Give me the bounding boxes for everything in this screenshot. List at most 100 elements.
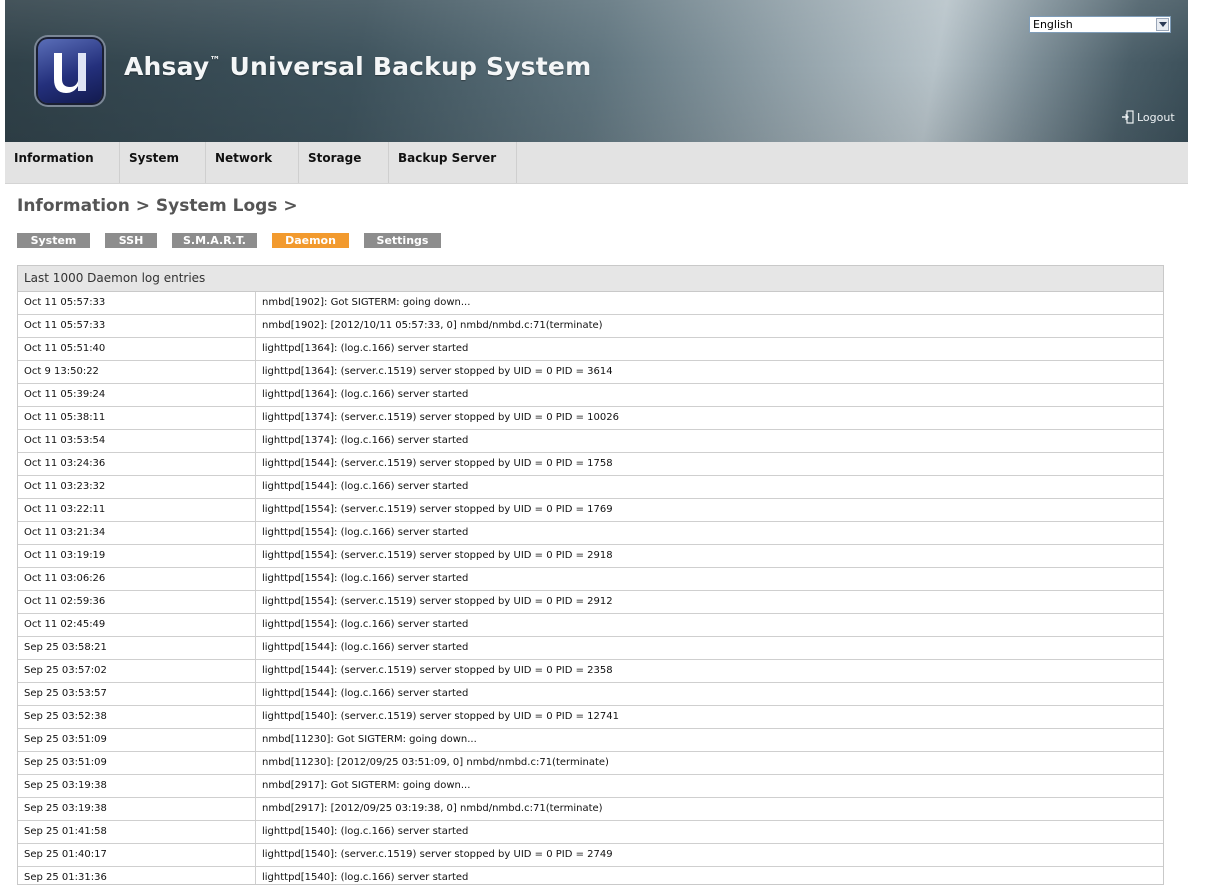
log-row: Oct 11 02:45:49 lighttpd[1554]: (log.c.16… [18,614,1163,637]
subtab-system[interactable]: System [17,233,90,248]
log-message-cell: lighttpd[1540]: (server.c.1519) server s… [262,711,619,722]
log-message-cell: lighttpd[1374]: (server.c.1519) server s… [262,412,619,423]
log-row: Sep 25 03:52:38 lighttpd[1540]: (server.c… [18,706,1163,729]
log-message-cell: lighttpd[1544]: (log.c.166) server start… [262,481,469,492]
log-time-cell: Sep 25 03:51:09 [18,752,256,774]
log-time-cell: Sep 25 03:58:21 [18,637,256,659]
log-message-cell: lighttpd[1540]: (log.c.166) server start… [262,826,469,837]
log-row: Oct 11 05:38:11 lighttpd[1374]: (server.c… [18,407,1163,430]
log-message-cell: nmbd[1902]: [2012/10/11 05:57:33, 0] nmb… [262,320,603,331]
language-select[interactable]: English [1029,16,1171,33]
log-message-cell: lighttpd[1544]: (server.c.1519) server s… [262,665,613,676]
log-row: Sep 25 03:19:38 nmbd[2917]: Got SIGTERM: … [18,775,1163,798]
log-time-cell: Sep 25 03:19:38 [18,798,256,820]
log-message-cell: nmbd[2917]: [2012/09/25 03:19:38, 0] nmb… [262,803,603,814]
log-message-cell: lighttpd[1364]: (log.c.166) server start… [262,343,469,354]
logout-label: Logout [1137,111,1175,124]
log-time-cell: Oct 11 03:19:19 [18,545,256,567]
log-message-cell: lighttpd[1554]: (log.c.166) server start… [262,527,469,538]
language-select-value: English [1033,18,1073,31]
nav-item-network[interactable]: Network [206,142,299,183]
subtab-settings[interactable]: Settings [364,233,441,248]
log-time-cell: Sep 25 01:40:17 [18,844,256,866]
logout-link[interactable]: Logout [1121,110,1175,124]
log-time-cell: Sep 25 03:57:02 [18,660,256,682]
log-time-cell: Oct 11 03:24:36 [18,453,256,475]
app-title-brand: Ahsay [124,52,210,81]
log-time-cell: Oct 11 05:39:24 [18,384,256,406]
log-row: Oct 11 03:06:26 lighttpd[1554]: (log.c.16… [18,568,1163,591]
breadcrumb: Information > System Logs > [17,196,298,216]
log-time-cell: Sep 25 03:52:38 [18,706,256,728]
log-row: Sep 25 03:19:38 nmbd[2917]: [2012/09/25 0… [18,798,1163,821]
log-time-cell: Oct 9 13:50:22 [18,361,256,383]
log-message-cell: lighttpd[1544]: (log.c.166) server start… [262,688,469,699]
log-row: Sep 25 01:31:36 lighttpd[1540]: (log.c.16… [18,867,1163,884]
log-time-cell: Sep 25 03:19:38 [18,775,256,797]
log-message-cell: nmbd[2917]: Got SIGTERM: going down... [262,780,471,791]
log-table: Oct 11 05:57:33 nmbd[1902]: Got SIGTERM: … [18,292,1163,884]
log-time-cell: Oct 11 03:06:26 [18,568,256,590]
logout-icon [1121,110,1135,124]
log-row: Oct 11 03:24:36 lighttpd[1544]: (server.c… [18,453,1163,476]
app-title: Ahsay™ Universal Backup System [124,52,591,81]
nav-item-storage[interactable]: Storage [299,142,389,183]
log-message-cell: lighttpd[1544]: (server.c.1519) server s… [262,458,613,469]
log-message-cell: lighttpd[1554]: (log.c.166) server start… [262,573,469,584]
log-time-cell: Sep 25 03:51:09 [18,729,256,751]
nav-item-system[interactable]: System [120,142,206,183]
subtab-smart[interactable]: S.M.A.R.T. [172,233,257,248]
log-time-cell: Oct 11 02:59:36 [18,591,256,613]
log-row: Oct 11 03:53:54 lighttpd[1374]: (log.c.16… [18,430,1163,453]
log-message-cell: lighttpd[1554]: (server.c.1519) server s… [262,596,613,607]
log-row: Oct 11 03:23:32 lighttpd[1544]: (log.c.16… [18,476,1163,499]
log-row: Sep 25 03:51:09 nmbd[11230]: [2012/09/25 … [18,752,1163,775]
log-row: Sep 25 01:41:58 lighttpd[1540]: (log.c.16… [18,821,1163,844]
trademark-symbol: ™ [209,54,221,67]
log-message-cell: lighttpd[1554]: (server.c.1519) server s… [262,550,613,561]
log-time-cell: Sep 25 03:53:57 [18,683,256,705]
chevron-down-icon[interactable] [1156,18,1169,31]
log-row: Oct 9 13:50:22 lighttpd[1364]: (server.c.… [18,361,1163,384]
log-time-cell: Oct 11 05:57:33 [18,292,256,314]
log-time-cell: Sep 25 01:31:36 [18,867,256,884]
log-row: Oct 11 05:51:40 lighttpd[1364]: (log.c.16… [18,338,1163,361]
log-row: Oct 11 03:22:11 lighttpd[1554]: (server.c… [18,499,1163,522]
log-row: Oct 11 03:19:19 lighttpd[1554]: (server.c… [18,545,1163,568]
nav-item-information[interactable]: Information [5,142,120,183]
log-message-cell: nmbd[11230]: Got SIGTERM: going down... [262,734,477,745]
log-row: Oct 11 05:39:24 lighttpd[1364]: (log.c.16… [18,384,1163,407]
log-message-cell: lighttpd[1364]: (log.c.166) server start… [262,389,469,400]
log-panel-title: Last 1000 Daemon log entries [18,266,1163,292]
log-message-cell: lighttpd[1364]: (server.c.1519) server s… [262,366,613,377]
log-message-cell: lighttpd[1554]: (server.c.1519) server s… [262,504,613,515]
log-time-cell: Oct 11 03:22:11 [18,499,256,521]
log-row: Oct 11 05:57:33 nmbd[1902]: Got SIGTERM: … [18,292,1163,315]
log-message-cell: lighttpd[1544]: (log.c.166) server start… [262,642,469,653]
log-message-cell: nmbd[1902]: Got SIGTERM: going down... [262,297,471,308]
log-row: Sep 25 03:58:21 lighttpd[1544]: (log.c.16… [18,637,1163,660]
log-message-cell: lighttpd[1374]: (log.c.166) server start… [262,435,469,446]
log-row: Oct 11 02:59:36 lighttpd[1554]: (server.c… [18,591,1163,614]
log-time-cell: Oct 11 02:45:49 [18,614,256,636]
log-message-cell: lighttpd[1554]: (log.c.166) server start… [262,619,469,630]
log-time-cell: Oct 11 05:57:33 [18,315,256,337]
nav-item-backup-server[interactable]: Backup Server [389,142,517,183]
log-row: Sep 25 03:57:02 lighttpd[1544]: (server.c… [18,660,1163,683]
log-time-cell: Oct 11 03:21:34 [18,522,256,544]
subtab-daemon[interactable]: Daemon [272,233,349,248]
log-time-cell: Oct 11 05:38:11 [18,407,256,429]
header-banner: Ahsay™ Universal Backup System English L… [5,0,1188,142]
main-nav: Information System Network Storage Backu… [5,142,1188,184]
log-row: Oct 11 03:21:34 lighttpd[1554]: (log.c.16… [18,522,1163,545]
app-logo-icon [38,39,102,103]
log-message-cell: nmbd[11230]: [2012/09/25 03:51:09, 0] nm… [262,757,609,768]
log-message-cell: lighttpd[1540]: (log.c.166) server start… [262,872,469,883]
log-row: Oct 11 05:57:33 nmbd[1902]: [2012/10/11 0… [18,315,1163,338]
log-time-cell: Sep 25 01:41:58 [18,821,256,843]
log-time-cell: Oct 11 03:23:32 [18,476,256,498]
log-row: Sep 25 03:51:09 nmbd[11230]: Got SIGTERM:… [18,729,1163,752]
log-row: Sep 25 01:40:17 lighttpd[1540]: (server.c… [18,844,1163,867]
log-time-cell: Oct 11 03:53:54 [18,430,256,452]
subtab-ssh[interactable]: SSH [105,233,157,248]
